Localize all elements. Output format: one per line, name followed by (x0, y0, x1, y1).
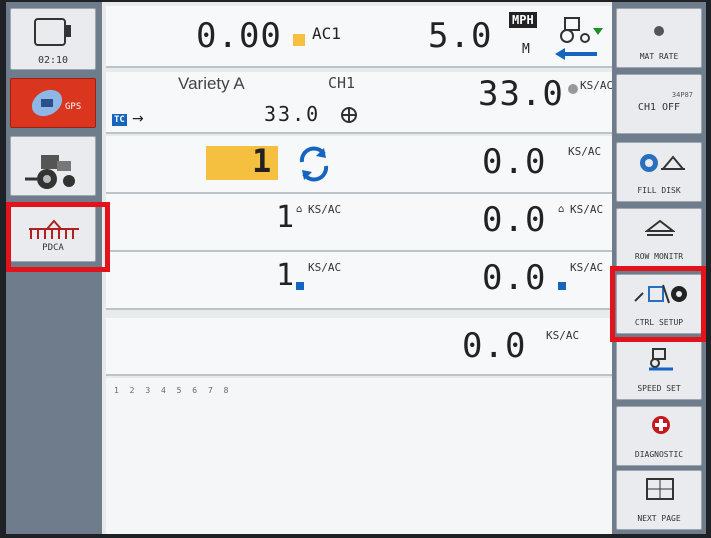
channel-row: Variety A CH1 TC → 33.0 33.0 KS/AC (106, 72, 614, 134)
monitor-icon (34, 18, 71, 46)
row-monitor-button[interactable]: ROW MONITR (616, 208, 702, 268)
ch1-off-label: CH1 OFF (637, 102, 681, 113)
down-marker-rate-icon (558, 282, 566, 290)
ch1-off-button[interactable]: 34P87 CH1 OFF (616, 74, 702, 134)
row-number: 6 (192, 386, 198, 395)
speed-readout: 5.0 (428, 16, 493, 56)
display-screen: 02:10 GPS PDCA 0.00 AC1 5.0 MPH M Variet… (6, 2, 706, 534)
row-number: 8 (223, 386, 229, 395)
satellite-icon: GPS (31, 89, 81, 117)
variety-label: Variety A (178, 74, 245, 93)
home-button[interactable]: 02:10 (10, 8, 96, 70)
speed-unit-badge: MPH (509, 12, 537, 28)
crosshair-icon (341, 107, 357, 123)
fill-disk-icon (640, 154, 686, 172)
row-3-value: 1 (276, 258, 295, 293)
highlight-box-pdca (6, 202, 110, 272)
population-row-4: 0.0 KS/AC (106, 318, 612, 376)
gps-button[interactable]: GPS (10, 78, 96, 128)
ac-label: AC1 (312, 24, 341, 43)
row-3-unit: KS/AC (570, 261, 604, 274)
tractor-icon (25, 155, 75, 189)
status-row: 0.00 AC1 5.0 MPH M (106, 6, 612, 68)
diagnostic-button[interactable]: DIAGNOSTIC (616, 406, 702, 466)
row-4-rate: 0.0 (462, 326, 527, 366)
population-row-1: 1 0.0 KS/AC (106, 136, 612, 194)
population-row-3: 1 KS/AC 0.0 KS/AC (106, 252, 612, 310)
population-row-2: 1 ⌂ KS/AC 0.0 ⌂ KS/AC (106, 194, 612, 252)
down-marker-icon (296, 282, 304, 290)
speed-set-label: SPEED SET (637, 384, 681, 393)
row-number: 5 (176, 386, 182, 395)
row-1-value: 1 (252, 142, 272, 180)
row-1-rate: 0.0 (482, 142, 547, 182)
row-number: 3 (145, 386, 151, 395)
tractor-button[interactable] (10, 136, 96, 196)
actual-rate: 33.0 (478, 74, 564, 114)
row-numbers: 1 2 3 4 5 6 7 8 (114, 386, 228, 395)
next-page-label: NEXT PAGE (637, 514, 681, 523)
up-house-rate-icon: ⌂ (558, 204, 565, 215)
row-number: 4 (160, 386, 166, 395)
actual-rate-unit: KS/AC (580, 79, 614, 92)
highlight-box-ctrl-setup (610, 266, 706, 342)
rate-readout: 0.00 (196, 16, 282, 56)
row-number: 1 (114, 386, 119, 395)
row-2-rate: 0.0 (482, 200, 547, 240)
diagnostic-icon (652, 416, 670, 434)
row-1-unit: KS/AC (568, 145, 602, 158)
main-panel: 0.00 AC1 5.0 MPH M Variety A CH1 TC → 33… (102, 2, 614, 534)
row-number: 2 (129, 386, 135, 395)
row-3-rate: 0.0 (482, 258, 547, 298)
channel-label: CH1 (328, 74, 356, 92)
speed-sub-label: M (522, 42, 530, 57)
mat-rate-label: MAT RATE (639, 52, 679, 61)
row-4-unit: KS/AC (546, 329, 580, 342)
row-2-value: 1 (276, 200, 295, 235)
clock-label: 02:10 (37, 55, 69, 66)
mat-rate-button[interactable]: MAT RATE (616, 8, 702, 68)
row-2-left-unit: KS/AC (308, 203, 342, 216)
speed-set-icon (649, 348, 673, 371)
row-2-unit: KS/AC (570, 203, 604, 216)
next-page-icon (646, 478, 674, 500)
row-3-left-unit: KS/AC (308, 261, 342, 274)
target-rate: 33.0 (264, 102, 321, 126)
fill-disk-button[interactable]: FILL DISK (616, 142, 702, 202)
arrow-right-icon: → (132, 111, 144, 127)
mat-rate-icon (617, 21, 701, 40)
next-page-button[interactable]: NEXT PAGE (616, 470, 702, 530)
tc-badge: TC (112, 114, 127, 126)
up-house-icon: ⌂ (296, 204, 303, 215)
fill-disk-label: FILL DISK (637, 186, 681, 195)
rate-indicator (293, 34, 305, 46)
refresh-icon[interactable] (294, 144, 334, 184)
row-number: 7 (207, 386, 213, 395)
channel-code: 34P87 (671, 91, 693, 99)
speed-set-button[interactable]: SPEED SET (616, 340, 702, 400)
svg-text:GPS: GPS (65, 102, 81, 112)
tractor-direction-icon (555, 17, 603, 60)
row-monitor-label: ROW MONITR (634, 252, 684, 261)
row-status-panel: 1 2 3 4 5 6 7 8 (106, 378, 612, 534)
rate-dot-icon (568, 84, 578, 94)
row-monitor-icon (645, 219, 675, 236)
diagnostic-label: DIAGNOSTIC (634, 450, 684, 459)
